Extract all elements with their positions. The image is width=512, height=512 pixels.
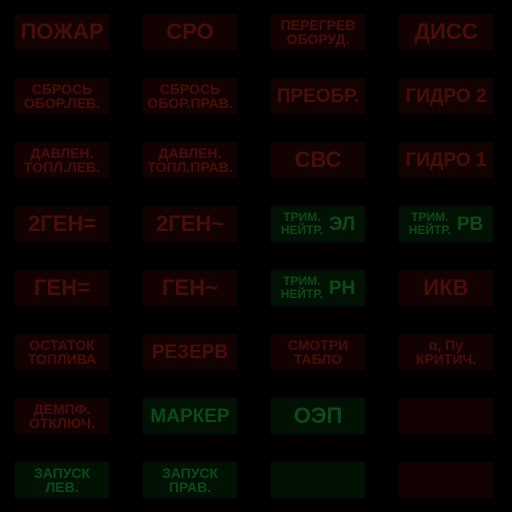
diss-warning-label: ДИСС xyxy=(414,19,478,44)
gen-ac-light: ГЕН~ xyxy=(143,270,237,306)
start-right-light: ЗАПУСК ПРАВ. xyxy=(143,462,237,498)
trim-neutral-elevator-label: РВ xyxy=(456,213,484,235)
fuel-pressure-right-light: ДАВЛЕН. ТОПЛ.ПРАВ. xyxy=(143,142,237,178)
reduce-rpm-left-label: СБРОСЬ ОБОР.ЛЕВ. xyxy=(23,81,101,111)
marker-light: МАРКЕР xyxy=(143,398,237,434)
blank-red-light-bottom xyxy=(399,462,493,498)
trim-neutral-aileron-sublabel: ТРИМ. НЕЙТР. xyxy=(280,210,324,237)
svs-warning-light: СВС xyxy=(271,142,365,178)
ikv-warning-light: ИКВ xyxy=(399,270,493,306)
hydro-2-warning-label: ГИДРО 2 xyxy=(405,85,487,107)
equipment-overheat-label: ПЕРЕГРЕВ ОБОРУД. xyxy=(280,17,356,47)
svs-warning-label: СВС xyxy=(294,147,342,172)
oep-light: ОЭП xyxy=(271,398,365,434)
marker-label: МАРКЕР xyxy=(150,405,230,427)
equipment-overheat-light: ПЕРЕГРЕВ ОБОРУД. xyxy=(271,14,365,50)
sro-warning-light: СРО xyxy=(143,14,237,50)
fuel-remaining-label: ОСТАТОК ТОПЛИВА xyxy=(27,337,97,367)
fire-warning-light: ПОЖАР xyxy=(15,14,109,50)
reserve-label: РЕЗЕРВ xyxy=(151,341,229,363)
two-gen-dc-light: 2ГЕН= xyxy=(15,206,109,242)
damper-off-label: ДЕМПФ. ОТКЛЮЧ. xyxy=(29,401,95,431)
fuel-remaining-light: ОСТАТОК ТОПЛИВА xyxy=(15,334,109,370)
reduce-rpm-right-light: СБРОСЬ ОБОР.ПРАВ. xyxy=(143,78,237,114)
hydro-1-warning-label: ГИДРО 1 xyxy=(405,149,487,171)
two-gen-ac-light: 2ГЕН~ xyxy=(143,206,237,242)
sro-warning-label: СРО xyxy=(166,19,214,44)
trim-neutral-elevator-sublabel: ТРИМ. НЕЙТР. xyxy=(408,210,451,237)
fuel-pressure-right-label: ДАВЛЕН. ТОПЛ.ПРАВ. xyxy=(147,145,233,175)
damper-off-light: ДЕМПФ. ОТКЛЮЧ. xyxy=(15,398,109,434)
fuel-pressure-left-light: ДАВЛЕН. ТОПЛ.ЛЕВ. xyxy=(15,142,109,178)
start-left-label: ЗАПУСК ЛЕВ. xyxy=(33,465,91,495)
hydro-1-warning-light: ГИДРО 1 xyxy=(399,142,493,178)
trim-neutral-rudder-sublabel: ТРИМ. НЕЙТР. xyxy=(280,274,323,301)
trim-neutral-aileron-light: ТРИМ. НЕЙТР. ЭЛ xyxy=(271,206,365,242)
fire-warning-label: ПОЖАР xyxy=(20,19,104,44)
blank-red-light xyxy=(399,398,493,434)
fuel-pressure-left-label: ДАВЛЕН. ТОПЛ.ЛЕВ. xyxy=(23,145,101,175)
see-panel-label: СМОТРИ ТАБЛО xyxy=(287,337,349,367)
reserve-light: РЕЗЕРВ xyxy=(143,334,237,370)
gen-dc-light: ГЕН= xyxy=(15,270,109,306)
blank-green-light xyxy=(271,462,365,498)
inverter-warning-label: ПРЕОБР. xyxy=(276,85,360,107)
inverter-warning-light: ПРЕОБР. xyxy=(271,78,365,114)
see-panel-light: СМОТРИ ТАБЛО xyxy=(271,334,365,370)
trim-neutral-aileron-label: ЭЛ xyxy=(329,213,356,235)
gen-ac-label: ГЕН~ xyxy=(162,275,218,300)
diss-warning-light: ДИСС xyxy=(399,14,493,50)
two-gen-dc-label: 2ГЕН= xyxy=(27,211,97,236)
trim-neutral-elevator-light: ТРИМ. НЕЙТР. РВ xyxy=(399,206,493,242)
start-left-light: ЗАПУСК ЛЕВ. xyxy=(15,462,109,498)
two-gen-ac-label: 2ГЕН~ xyxy=(155,211,225,236)
annunciator-panel: ПОЖАР СРО ПЕРЕГРЕВ ОБОРУД. ДИСС СБРОСЬ О… xyxy=(0,0,512,512)
gen-dc-label: ГЕН= xyxy=(34,275,90,300)
reduce-rpm-left-light: СБРОСЬ ОБОР.ЛЕВ. xyxy=(15,78,109,114)
alpha-critical-label: α, Пу КРИТИЧ. xyxy=(415,337,477,367)
ikv-warning-label: ИКВ xyxy=(423,275,469,300)
trim-neutral-rudder-light: ТРИМ. НЕЙТР. РН xyxy=(271,270,365,306)
oep-label: ОЭП xyxy=(293,403,343,428)
start-right-label: ЗАПУСК ПРАВ. xyxy=(161,465,219,495)
alpha-critical-light: α, Пу КРИТИЧ. xyxy=(399,334,493,370)
trim-neutral-rudder-label: РН xyxy=(328,277,356,299)
reduce-rpm-right-label: СБРОСЬ ОБОР.ПРАВ. xyxy=(147,81,233,111)
hydro-2-warning-light: ГИДРО 2 xyxy=(399,78,493,114)
